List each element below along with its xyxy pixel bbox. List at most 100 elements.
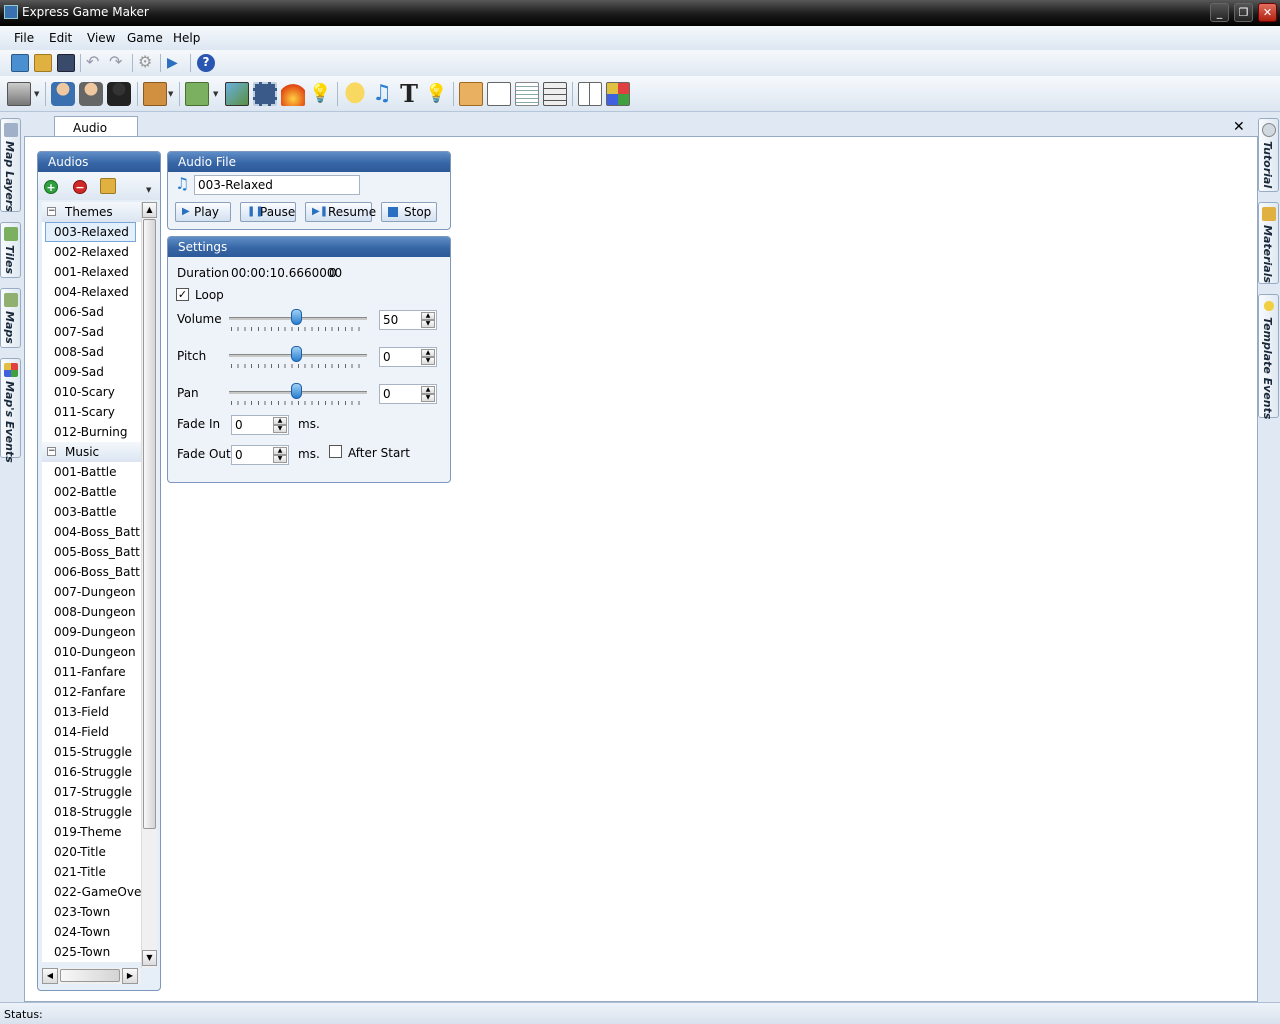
collapse-icon[interactable]: −: [47, 207, 56, 216]
pan-slider-thumb[interactable]: [291, 383, 302, 399]
list-item[interactable]: 011-Scary: [42, 402, 141, 422]
list-item[interactable]: 005-Boss_Battle: [42, 542, 141, 562]
help-icon[interactable]: ?: [197, 54, 215, 72]
list-item[interactable]: 009-Sad: [42, 362, 141, 382]
menu-view[interactable]: View: [87, 31, 115, 45]
menu-edit[interactable]: Edit: [49, 31, 72, 45]
list-item[interactable]: 025-Town: [42, 942, 141, 962]
dock-tab-map-layers[interactable]: Map Layers: [0, 118, 21, 212]
tileset-icon[interactable]: [225, 82, 249, 106]
actor-alt-icon[interactable]: [79, 82, 103, 106]
list-item[interactable]: 024-Town: [42, 922, 141, 942]
list-item[interactable]: 021-Title: [42, 862, 141, 882]
scroll-up-icon[interactable]: ▲: [142, 202, 157, 218]
save-icon[interactable]: [57, 54, 75, 72]
database-icon[interactable]: [7, 82, 31, 106]
list-item[interactable]: 013-Field: [42, 702, 141, 722]
list-item[interactable]: 008-Dungeon: [42, 602, 141, 622]
list-item[interactable]: 004-Relaxed: [42, 282, 141, 302]
film-icon[interactable]: [253, 82, 277, 106]
window-layout-icon[interactable]: [578, 82, 602, 106]
hscroll-thumb[interactable]: [60, 969, 120, 982]
maximize-button[interactable]: ❐: [1234, 3, 1253, 22]
list-item[interactable]: 020-Title: [42, 842, 141, 862]
increment-icon[interactable]: ▲: [421, 386, 435, 394]
minimize-button[interactable]: _: [1210, 3, 1229, 22]
volume-stepper[interactable]: 50 ▲ ▼: [379, 310, 437, 330]
fade-in-stepper[interactable]: 0 ▲ ▼: [231, 415, 289, 435]
list-icon[interactable]: [515, 82, 539, 106]
list-item[interactable]: 012-Burning: [42, 422, 141, 442]
add-audio-icon[interactable]: +: [44, 180, 58, 194]
list-item[interactable]: 008-Sad: [42, 342, 141, 362]
increment-icon[interactable]: ▲: [273, 417, 287, 425]
lightbulb-icon[interactable]: 💡: [425, 82, 449, 106]
close-window-button[interactable]: ✕: [1258, 3, 1277, 22]
list-item[interactable]: 015-Struggle: [42, 742, 141, 762]
play-game-icon[interactable]: ▶: [167, 54, 185, 72]
list-item[interactable]: 006-Sad: [42, 302, 141, 322]
menu-file[interactable]: File: [14, 31, 34, 45]
decrement-icon[interactable]: ▼: [273, 425, 287, 433]
increment-icon[interactable]: ▲: [273, 447, 287, 455]
close-document-icon[interactable]: ✕: [1233, 119, 1245, 135]
scroll-left-icon[interactable]: ◀: [42, 968, 58, 984]
list-item[interactable]: 002-Battle: [42, 482, 141, 502]
script-icon[interactable]: [459, 82, 483, 106]
actor-icon[interactable]: [51, 82, 75, 106]
play-button[interactable]: ▶ Play: [175, 202, 231, 222]
list-item[interactable]: 006-Boss_Battle: [42, 562, 141, 582]
tree-group-music[interactable]: − Music: [42, 442, 141, 462]
pitch-slider-thumb[interactable]: [291, 346, 302, 362]
item-box-icon[interactable]: [143, 82, 167, 106]
remove-audio-icon[interactable]: −: [73, 180, 87, 194]
undo-icon[interactable]: ↶: [86, 54, 104, 72]
decrement-icon[interactable]: ▼: [421, 394, 435, 402]
palette-icon[interactable]: [606, 82, 630, 106]
list-item[interactable]: 017-Struggle: [42, 782, 141, 802]
list-item[interactable]: 012-Fanfare: [42, 682, 141, 702]
audio-name-field[interactable]: 003-Relaxed: [194, 175, 360, 195]
menu-help[interactable]: Help: [173, 31, 200, 45]
new-project-icon[interactable]: [11, 54, 29, 72]
list-item[interactable]: 007-Dungeon: [42, 582, 141, 602]
after-start-checkbox[interactable]: [329, 445, 342, 458]
list-item[interactable]: 007-Sad: [42, 322, 141, 342]
tree-group-themes[interactable]: − Themes: [42, 202, 141, 222]
collapse-icon[interactable]: −: [47, 447, 56, 456]
list-item[interactable]: 016-Struggle: [42, 762, 141, 782]
enemy-icon[interactable]: [107, 82, 131, 106]
variable-light-icon[interactable]: 💡: [309, 82, 333, 106]
list-item[interactable]: 003-Relaxed: [45, 222, 136, 242]
vertical-scrollbar[interactable]: ▲ ▼: [141, 202, 157, 968]
fade-out-stepper[interactable]: 0 ▲ ▼: [231, 445, 289, 465]
list-item[interactable]: 022-GameOver: [42, 882, 141, 902]
list-item[interactable]: 010-Dungeon: [42, 642, 141, 662]
stop-button[interactable]: Stop: [381, 202, 437, 222]
scroll-thumb[interactable]: [143, 219, 156, 829]
list-item[interactable]: 023-Town: [42, 902, 141, 922]
resume-button[interactable]: ▶❚ Resume: [305, 202, 376, 222]
overflow-icon[interactable]: ▼: [146, 186, 151, 194]
panel-icon[interactable]: [487, 82, 511, 106]
text-icon[interactable]: T: [397, 82, 421, 106]
music-note-icon[interactable]: ♫: [370, 82, 394, 106]
list-item[interactable]: 003-Battle: [42, 502, 141, 522]
list-item[interactable]: 018-Struggle: [42, 802, 141, 822]
table-icon[interactable]: [543, 82, 567, 106]
increment-icon[interactable]: ▲: [421, 349, 435, 357]
redo-icon[interactable]: ↷: [109, 54, 127, 72]
pitch-stepper[interactable]: 0 ▲ ▼: [379, 347, 437, 367]
message-icon[interactable]: [343, 82, 367, 106]
list-item[interactable]: 001-Relaxed: [42, 262, 141, 282]
increment-icon[interactable]: ▲: [421, 312, 435, 320]
horizontal-scrollbar[interactable]: ◀ ▶: [42, 968, 141, 984]
tab-audio-editor[interactable]: Audio Editor: [54, 116, 138, 149]
open-project-icon[interactable]: [34, 54, 52, 72]
dock-tab-maps-events[interactable]: Map's Events: [0, 358, 21, 463]
import-audio-icon[interactable]: [100, 178, 116, 194]
loop-checkbox[interactable]: ✓: [176, 288, 189, 301]
menu-game[interactable]: Game: [127, 31, 163, 45]
list-item[interactable]: 011-Fanfare: [42, 662, 141, 682]
map-editor-icon[interactable]: [185, 82, 209, 106]
